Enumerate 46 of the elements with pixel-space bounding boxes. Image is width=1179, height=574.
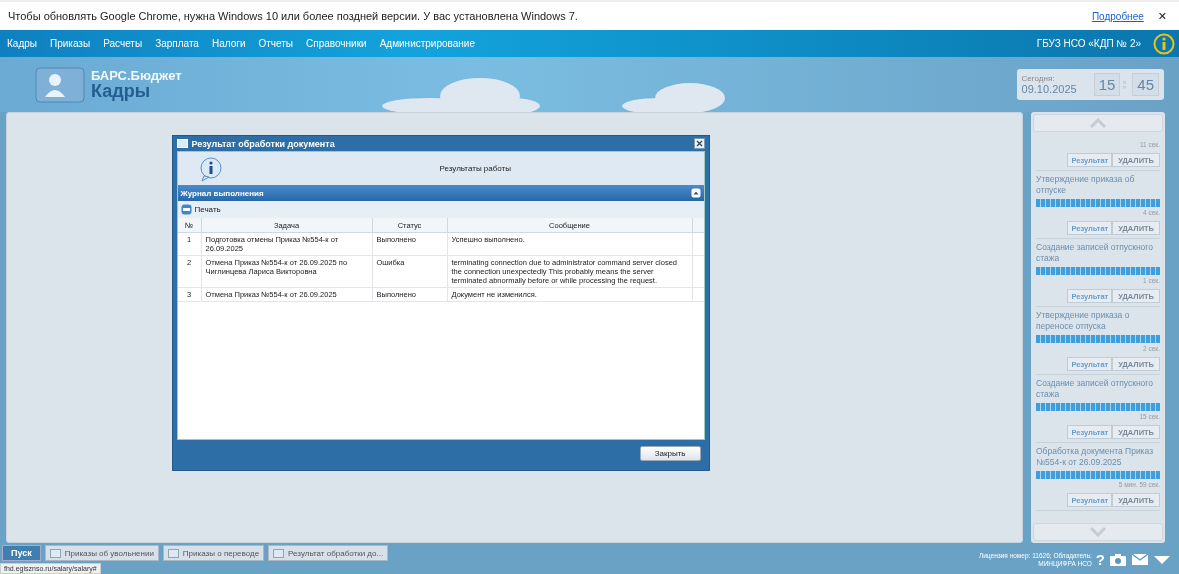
logo-icon xyxy=(35,66,85,103)
close-icon[interactable]: ✕ xyxy=(1157,9,1167,23)
menu-item[interactable]: Отчеты xyxy=(258,38,294,49)
update-message: Чтобы обновлять Google Chrome, нужна Windows 10 или более поздней версии. У вас установлена Windows 7. xyxy=(8,10,579,22)
collapse-icon[interactable] xyxy=(690,188,701,198)
organization-name: ГБУЗ НСО «КДП № 2» xyxy=(1036,38,1141,49)
hours-display: 15 xyxy=(1093,73,1121,96)
start-button[interactable]: Пуск xyxy=(2,545,41,561)
taskbar-tab[interactable]: Результат обработки до... xyxy=(268,545,389,561)
task-title: Создание записей отпускного стажа xyxy=(1036,378,1154,401)
today-date: 09.10.2025 xyxy=(1021,83,1077,95)
window-icon xyxy=(273,548,285,558)
dialog-title: Результат обработки документа xyxy=(191,138,335,149)
window-icon xyxy=(167,548,179,558)
logo-subtitle: Кадры xyxy=(91,82,150,100)
window-icon xyxy=(176,139,188,148)
info-icon xyxy=(197,155,224,182)
camera-icon[interactable] xyxy=(1109,552,1127,567)
task-title: Обработка документа Приказ №554-к от 26.09.2025 xyxy=(1036,446,1155,469)
task-title: Утверждение приказа об отпуске xyxy=(1036,174,1136,197)
menu-item[interactable]: Налоги xyxy=(211,38,246,49)
print-button[interactable]: Печать xyxy=(180,204,221,215)
more-link[interactable]: Подробнее xyxy=(1091,10,1144,22)
minutes-display: 45 xyxy=(1132,73,1159,96)
result-message: Результаты работы xyxy=(439,164,512,173)
menu-item[interactable]: Администрирование xyxy=(379,38,475,49)
today-label: Сегодня: xyxy=(1021,74,1056,83)
menu-item[interactable]: Расчеты xyxy=(103,38,143,49)
taskbar-tab[interactable]: Приказы об увольнении xyxy=(44,545,159,561)
panel-title: Журнал выполнения xyxy=(180,188,264,198)
menu-item[interactable]: Кадры xyxy=(7,38,37,49)
logo-title: БАРС.Бюджет xyxy=(91,69,182,82)
menu-item[interactable]: Приказы xyxy=(50,38,91,49)
close-button[interactable]: Закрыть xyxy=(639,445,701,461)
printer-icon xyxy=(180,204,192,215)
task-title: Создание записей отпускного стажа xyxy=(1036,242,1154,265)
taskbar-tab[interactable]: Приказы о переводе xyxy=(162,545,265,561)
menu-item[interactable]: Зарплата xyxy=(155,38,199,49)
help-icon[interactable]: ? xyxy=(1095,551,1105,568)
info-icon[interactable] xyxy=(1153,32,1175,55)
mail-icon[interactable] xyxy=(1131,553,1149,566)
close-icon[interactable] xyxy=(693,138,705,149)
dropdown-icon[interactable] xyxy=(1153,554,1171,565)
task-title: Утверждение приказа о переносе отпуска xyxy=(1036,310,1131,333)
window-icon xyxy=(49,548,61,558)
menu-item[interactable]: Справочники xyxy=(306,38,367,49)
